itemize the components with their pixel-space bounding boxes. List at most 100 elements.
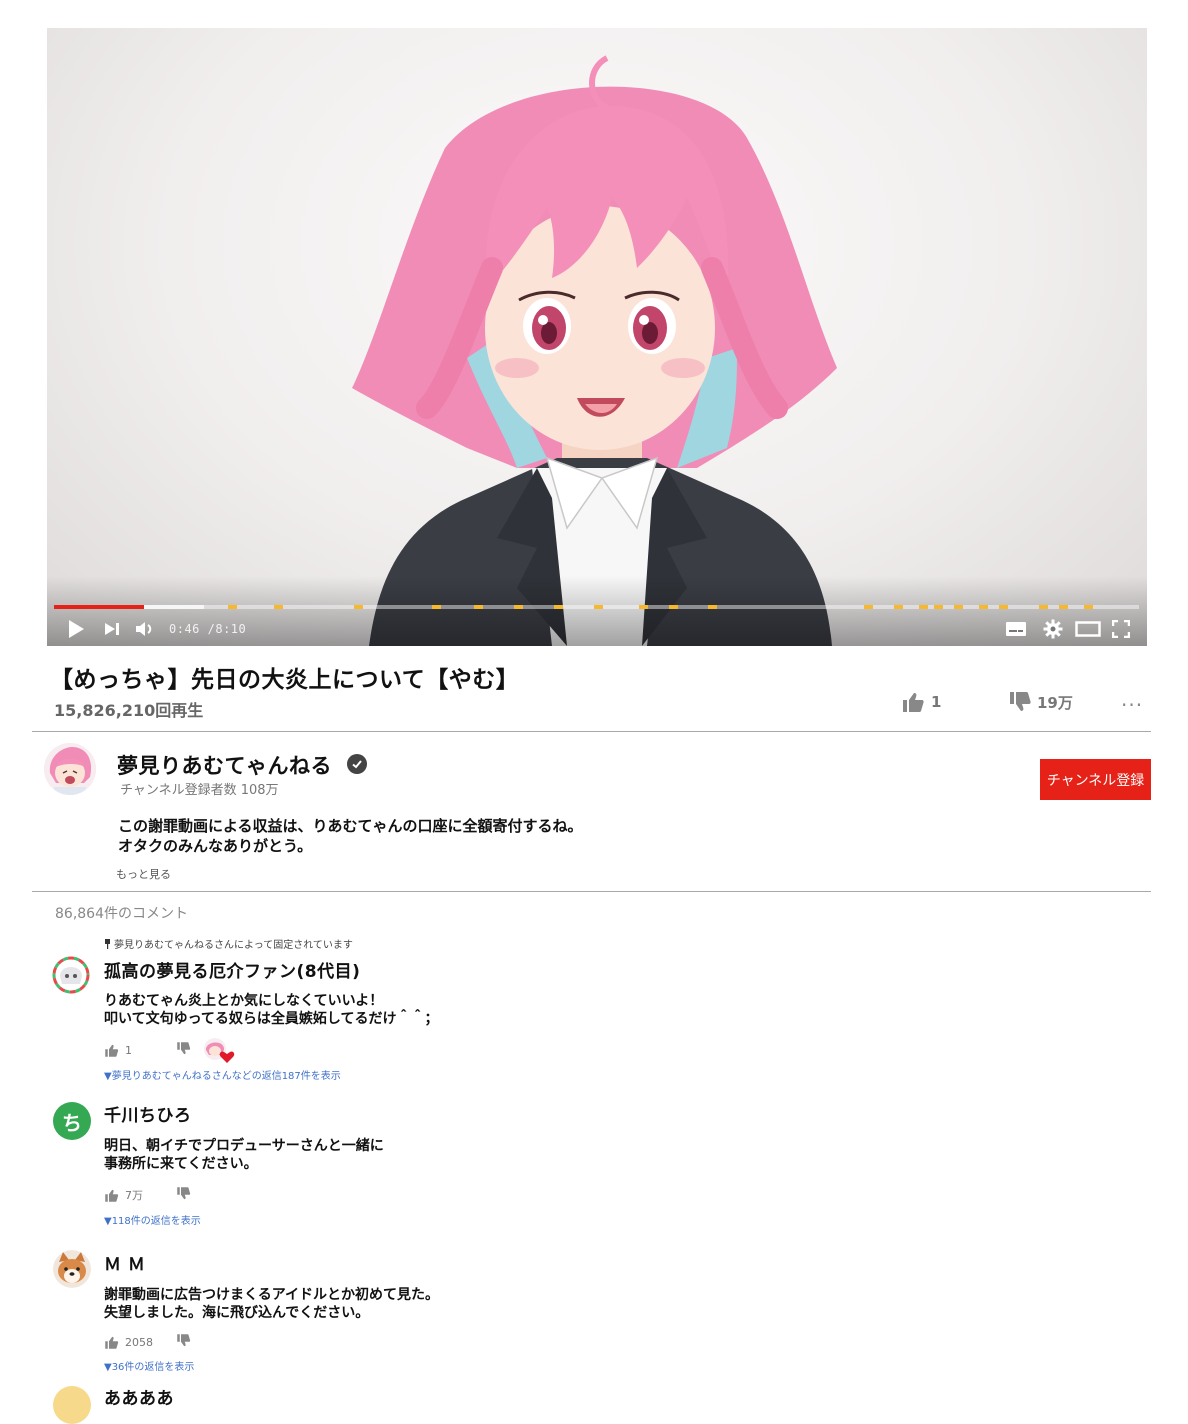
comment-author[interactable]: ああああ <box>104 1384 174 1409</box>
ad-marker <box>864 605 873 609</box>
thumbs-up-icon <box>105 1044 119 1057</box>
comment-count: 86,864件のコメント <box>55 906 188 922</box>
channel-name[interactable]: 夢見りあむてゃんねる <box>117 750 332 780</box>
pin-icon <box>105 938 110 949</box>
ad-marker <box>919 605 928 609</box>
comment-dislike-button[interactable] <box>176 1041 191 1059</box>
description-line: オタクのみんなありがとう。 <box>118 837 313 855</box>
channel-avatar[interactable] <box>44 743 96 795</box>
subscriber-count: チャンネル登録者数 108万 <box>120 783 279 798</box>
ad-marker <box>894 605 903 609</box>
comment-author[interactable]: 千川ちひろ <box>104 1101 192 1126</box>
comment-like-count: 7万 <box>125 1189 143 1202</box>
play-icon <box>69 620 84 638</box>
settings-button[interactable] <box>1041 618 1065 640</box>
commenter-avatar-illustration <box>52 956 90 994</box>
comment-actions: 1 <box>104 1038 235 1063</box>
thumbs-down-icon <box>177 1187 191 1200</box>
ad-marker <box>554 605 563 609</box>
progress-bar[interactable] <box>54 605 1139 609</box>
ad-marker <box>1059 605 1068 609</box>
thumbs-up-icon <box>903 693 924 712</box>
ad-marker <box>228 605 237 609</box>
show-more-link[interactable]: もっと見る <box>116 866 171 882</box>
theater-mode-button[interactable] <box>1073 618 1103 640</box>
thumbs-down-icon <box>177 1042 191 1055</box>
divider <box>32 731 1151 732</box>
comment-dislike-button[interactable] <box>176 1333 191 1351</box>
volume-icon <box>136 622 152 636</box>
comment-actions: 7万 <box>104 1187 191 1203</box>
verified-badge <box>347 754 367 774</box>
view-replies-link[interactable]: ▼夢見りあむてゃんねるさんなどの返信187件を表示 <box>104 1067 341 1082</box>
creator-heart <box>203 1037 235 1063</box>
comment-like-button[interactable]: 1 <box>104 1043 176 1058</box>
ad-marker <box>954 605 963 609</box>
ad-marker <box>999 605 1008 609</box>
comment-like-button[interactable]: 2058 <box>104 1335 176 1350</box>
checkmark-icon <box>352 760 362 769</box>
ad-marker <box>1084 605 1093 609</box>
shiba-dog-avatar <box>53 1250 91 1288</box>
pinned-label: 夢見りあむてゃんねるさんによって固定されています <box>104 936 353 951</box>
video-player[interactable]: 0:46 /8:10 <box>47 28 1147 646</box>
description-line: この謝罪動画による収益は、りあむてゃんの口座に全額寄付するね。 <box>118 817 583 835</box>
commenter-avatar[interactable] <box>53 1250 91 1288</box>
play-button[interactable] <box>63 618 89 640</box>
comment-text: 明日、朝イチでプロデューサーさんと一緒に 事務所に来てください。 <box>104 1138 384 1172</box>
subtitles-icon <box>1006 622 1026 636</box>
view-replies-link[interactable]: ▼118件の返信を表示 <box>104 1212 201 1227</box>
next-button[interactable] <box>101 618 123 640</box>
like-button[interactable]: 1 <box>901 690 941 714</box>
time-display: 0:46 /8:10 <box>169 622 247 636</box>
comment-text: りあむてゃん炎上とか気にしなくていいよ！ 叩いて文句ゆってる奴らは全員嫉妬してる… <box>104 993 439 1027</box>
ad-marker <box>514 605 523 609</box>
ad-marker <box>594 605 603 609</box>
ad-marker <box>979 605 988 609</box>
comment-like-button[interactable]: 7万 <box>104 1187 176 1203</box>
like-count: 1 <box>931 693 942 711</box>
creator-heart-avatar <box>204 1038 235 1063</box>
comment-dislike-button[interactable] <box>176 1186 191 1204</box>
commenter-avatar[interactable]: ち <box>53 1102 91 1140</box>
dislike-count: 19万 <box>1037 693 1073 712</box>
thumbs-down-icon <box>1010 692 1031 711</box>
video-title: 【めっちゃ】先日の大炎上について【やむ】 <box>50 667 520 693</box>
comment-author[interactable]: 孤高の夢見る厄介ファン(8代目) <box>104 957 360 982</box>
subtitles-button[interactable] <box>1003 618 1029 640</box>
pinned-text: 夢見りあむてゃんねるさんによって固定されています <box>114 940 353 951</box>
comment-text: 謝罪動画に広告つけまくるアイドルとか初めて見た。 失望しました。海に飛び込んでく… <box>104 1287 440 1321</box>
ad-marker <box>474 605 483 609</box>
ad-marker <box>934 605 943 609</box>
commenter-avatar[interactable] <box>53 1386 91 1424</box>
more-actions-button[interactable]: ··· <box>1121 693 1143 717</box>
played-fill <box>54 605 145 609</box>
ad-marker <box>669 605 678 609</box>
ad-marker <box>708 605 717 609</box>
comment-like-count: 1 <box>125 1043 132 1057</box>
view-replies-link[interactable]: ▼36件の返信を表示 <box>104 1358 194 1373</box>
subscribe-button[interactable]: チャンネル登録 <box>1040 759 1151 800</box>
volume-button[interactable] <box>133 618 157 640</box>
next-icon <box>105 623 119 635</box>
view-count: 15,826,210回再生 <box>54 701 204 720</box>
theater-mode-icon <box>1075 621 1101 637</box>
commenter-avatar[interactable] <box>52 956 90 994</box>
dislike-button[interactable]: 19万 <box>1008 690 1073 714</box>
ad-marker <box>639 605 648 609</box>
thumbs-down-icon <box>177 1334 191 1347</box>
channel-avatar-illustration <box>44 743 96 795</box>
comment-author[interactable]: Ｍ Ｍ <box>104 1250 145 1275</box>
divider <box>32 891 1151 892</box>
video-description: この謝罪動画による収益は、りあむてゃんの口座に全額寄付するね。 オタクのみんなあ… <box>118 816 583 856</box>
thumbs-up-icon <box>105 1336 119 1349</box>
ad-marker <box>1039 605 1048 609</box>
ad-marker <box>354 605 363 609</box>
ad-marker <box>274 605 283 609</box>
settings-icon <box>1043 619 1063 639</box>
comment-actions: 2058 <box>104 1334 191 1350</box>
duration: 8:10 <box>215 622 247 636</box>
avatar-letter: ち <box>62 1110 82 1135</box>
ad-marker <box>432 605 441 609</box>
fullscreen-button[interactable] <box>1109 618 1133 640</box>
